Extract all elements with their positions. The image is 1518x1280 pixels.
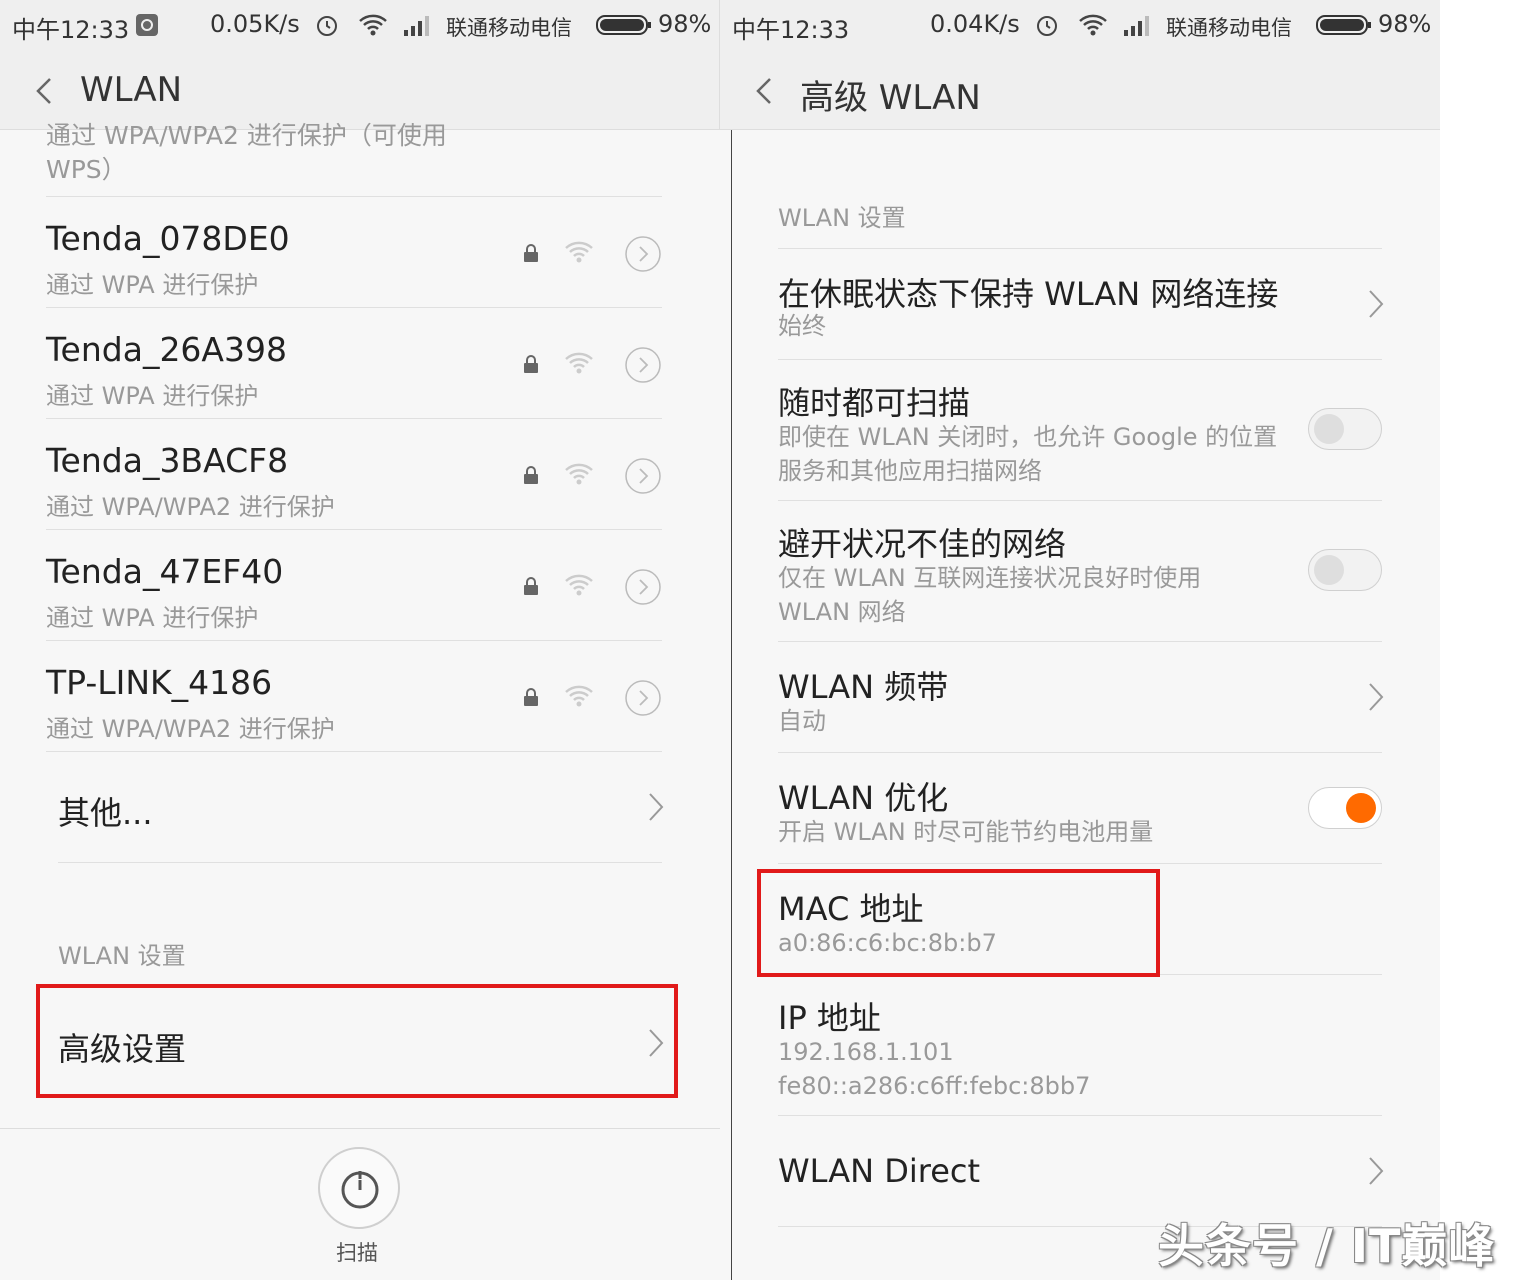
watermark: 头条号 / IT巅峰 [1158, 1219, 1496, 1273]
ip-address-row: IP 地址 192.168.1.101 fe80::a286:c6ff:febc… [778, 975, 1382, 1116]
setting-title: IP 地址 [778, 999, 881, 1037]
status-speed: 0.05K/s [210, 10, 300, 38]
setting-title: WLAN Direct [778, 1152, 981, 1190]
setting-description: 即使在 WLAN 关闭时，也允许 Google 的位置服务和其他应用扫描网络 [778, 423, 1278, 485]
setting-title: WLAN 优化 [778, 779, 949, 817]
scan-always-row[interactable]: 随时都可扫描 即使在 WLAN 关闭时，也允许 Google 的位置服务和其他应… [778, 360, 1382, 501]
network-name: Tenda_3BACF8 [46, 441, 289, 480]
ipv4-address-value: 192.168.1.101 [778, 1038, 954, 1066]
screen-divider [731, 130, 732, 1280]
setting-title: 随时都可扫描 [778, 384, 971, 422]
wifi-status-icon [359, 14, 387, 36]
scan-always-toggle[interactable] [1308, 408, 1382, 450]
network-security: 通过 WPA 进行保护 [46, 382, 259, 410]
wifi-signal-icon [565, 685, 593, 707]
scan-button[interactable] [318, 1147, 400, 1229]
lock-icon [524, 688, 538, 706]
status-time: 中午12:33 [12, 16, 130, 44]
scan-icon [341, 1171, 379, 1209]
network-detail-icon[interactable] [624, 457, 662, 495]
wifi-status-icon [1079, 14, 1107, 36]
alarm-icon [1037, 16, 1057, 36]
keep-wlan-on-sleep-row[interactable]: 在休眠状态下保持 WLAN 网络连接 始终 [778, 249, 1384, 360]
network-row[interactable]: Tenda_47EF40 通过 WPA 进行保护 [46, 530, 662, 641]
network-security: 通过 WPA 进行保护 [46, 271, 259, 299]
wifi-signal-icon [565, 463, 593, 485]
setting-title: 在休眠状态下保持 WLAN 网络连接 [778, 275, 1279, 313]
lock-icon [524, 355, 538, 373]
wlan-optimization-row[interactable]: WLAN 优化 开启 WLAN 时尽可能节约电池用量 [778, 753, 1382, 864]
section-header: WLAN 设置 [58, 942, 186, 970]
highlight-box [36, 984, 678, 1098]
setting-description: 开启 WLAN 时尽可能节约电池用量 [778, 818, 1154, 846]
other-network-row[interactable]: 其他... [58, 752, 664, 863]
lock-icon [524, 244, 538, 262]
signal-icon [404, 16, 429, 36]
title-bar: 高级 WLAN [720, 50, 1440, 130]
setting-description: 仅在 WLAN 互联网连接状况良好时使用 WLAN 网络 [778, 564, 1202, 626]
network-detail-icon[interactable] [624, 568, 662, 606]
network-security: 通过 WPA/WPA2 进行保护（可使用 [46, 121, 447, 150]
scan-label: 扫描 [336, 1241, 378, 1265]
network-row[interactable]: Tenda_078DE0 通过 WPA 进行保护 [46, 197, 662, 308]
wlan-optimization-toggle[interactable] [1308, 787, 1382, 829]
advanced-wlan-screen: 中午12:33 0.04K/s 联通移动电信 98% 高级 WLAN WLAN … [720, 0, 1440, 1280]
wifi-signal-icon [565, 574, 593, 596]
status-time: 中午12:33 [732, 16, 850, 44]
status-battery: 98% [1378, 10, 1432, 38]
setting-value: 始终 [778, 312, 826, 340]
status-speed: 0.04K/s [930, 10, 1020, 38]
status-carrier: 联通移动电信 [1166, 16, 1292, 40]
network-row[interactable]: Tenda_26A398 通过 WPA 进行保护 [46, 308, 662, 419]
wifi-signal-icon [565, 241, 593, 263]
status-carrier: 联通移动电信 [446, 16, 572, 40]
network-security-cont: WPS） [46, 155, 127, 184]
avoid-poor-networks-toggle[interactable] [1308, 549, 1382, 591]
highlight-box [757, 869, 1160, 977]
notification-icon [136, 14, 158, 36]
network-detail-icon[interactable] [624, 679, 662, 717]
network-name: Tenda_47EF40 [46, 552, 284, 591]
alarm-icon [317, 16, 337, 36]
chevron-right-icon [1369, 290, 1384, 318]
lock-icon [524, 577, 538, 595]
lock-icon [524, 466, 538, 484]
chevron-right-icon [1369, 683, 1384, 711]
network-row-partial[interactable]: 通过 WPA/WPA2 进行保护（可使用 WPS） [46, 86, 662, 197]
battery-icon [1316, 15, 1371, 35]
network-detail-icon[interactable] [624, 346, 662, 384]
network-row[interactable]: TP-LINK_4186 通过 WPA/WPA2 进行保护 [46, 641, 662, 752]
network-security: 通过 WPA 进行保护 [46, 604, 259, 632]
bottom-action-bar: 扫描 [0, 1128, 720, 1280]
page-title: 高级 WLAN [800, 78, 981, 118]
chevron-right-icon [1369, 1157, 1384, 1185]
battery-icon [596, 15, 651, 35]
status-bar: 中午12:33 0.04K/s 联通移动电信 98% [720, 0, 1440, 50]
network-detail-icon[interactable] [624, 235, 662, 273]
wifi-signal-icon [565, 352, 593, 374]
setting-title: WLAN 频带 [778, 668, 949, 706]
network-security: 通过 WPA/WPA2 进行保护 [46, 715, 335, 743]
setting-title: 避开状况不佳的网络 [778, 525, 1067, 563]
ipv6-address-value: fe80::a286:c6ff:febc:8bb7 [778, 1072, 1091, 1100]
signal-icon [1124, 16, 1149, 36]
wlan-screen: 中午12:33 0.05K/s 联通移动电信 98% WLAN 通过 WPA/W… [0, 0, 720, 1280]
section-header: WLAN 设置 [778, 204, 906, 232]
network-row[interactable]: Tenda_3BACF8 通过 WPA/WPA2 进行保护 [46, 419, 662, 530]
back-arrow-icon[interactable] [752, 76, 776, 106]
wlan-band-row[interactable]: WLAN 频带 自动 [778, 642, 1384, 753]
network-name: Tenda_078DE0 [46, 219, 290, 258]
other-network-label: 其他... [58, 794, 153, 832]
network-security: 通过 WPA/WPA2 进行保护 [46, 493, 335, 521]
avoid-poor-networks-row[interactable]: 避开状况不佳的网络 仅在 WLAN 互联网连接状况良好时使用 WLAN 网络 [778, 501, 1382, 642]
status-battery: 98% [658, 10, 712, 38]
network-name: Tenda_26A398 [46, 330, 287, 369]
chevron-right-icon [649, 793, 664, 821]
network-name: TP-LINK_4186 [46, 663, 273, 702]
setting-value: 自动 [778, 707, 826, 735]
status-bar: 中午12:33 0.05K/s 联通移动电信 98% [0, 0, 720, 50]
